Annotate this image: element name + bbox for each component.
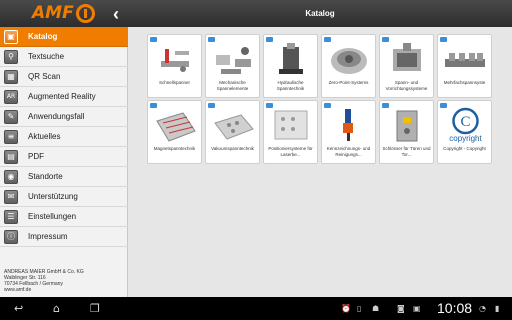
amf-logo: AMF <box>32 3 95 24</box>
tile-label: Vakuumspanntechnik <box>211 146 254 151</box>
sidebar-item-label: Standorte <box>28 172 63 181</box>
tile-label: Mehrfachspannsyste <box>443 80 486 85</box>
settings-icon: ☰ <box>4 210 18 224</box>
sidebar-item-einstellungen[interactable]: ☰ Einstellungen <box>0 207 128 227</box>
sidebar-item-label: Impressum <box>28 232 68 241</box>
logo-power-icon <box>76 4 95 23</box>
laser-positioning-icon <box>269 107 314 143</box>
sidebar-item-qr-scan[interactable]: ▦ QR Scan <box>0 67 128 87</box>
sidebar-item-label: PDF <box>28 152 44 161</box>
pdf-icon: ▤ <box>4 150 18 164</box>
android-icon: ☗ <box>372 304 380 313</box>
copyright-text: copyright <box>449 134 482 143</box>
tile-label: Copyright - Copyright <box>443 146 486 151</box>
tile-label: Positioniersysteme für Laserbe... <box>268 146 313 157</box>
location-icon: ◉ <box>4 170 18 184</box>
camera-icon: ◙ <box>397 304 405 313</box>
system-nav-bar: ↩ ⌂ ❐ ⏰ ▯ ☗ ◙ ▣ 10:08 ◔ ▮ <box>0 297 512 320</box>
copyright-icon: Ccopyright <box>443 107 488 143</box>
battery-icon: ▮ <box>495 304 500 313</box>
alarm-icon: ⏰ <box>341 304 351 313</box>
catalog-tile[interactable]: Vakuumspanntechnik <box>205 100 260 164</box>
ar-icon: AR <box>4 90 18 104</box>
top-bar: AMF ‹ Katalog <box>0 0 512 27</box>
svg-text:C: C <box>460 114 470 130</box>
fixture-system-icon <box>385 41 430 77</box>
search-icon: ⚲ <box>4 50 18 64</box>
tile-label: Hydraulische Spanntechnik <box>276 80 305 91</box>
catalog-tile[interactable]: Mechanische Spannelemente <box>205 34 260 98</box>
sidebar-item-label: Unterstützung <box>28 192 78 201</box>
catalog-tile[interactable]: Schnellspanner <box>147 34 202 98</box>
sidebar-item-unterst-tzung[interactable]: ✉ Unterstützung <box>0 187 128 207</box>
usecase-icon: ✎ <box>4 110 18 124</box>
sidebar-item-katalog[interactable]: ▣ Katalog <box>0 27 128 47</box>
catalog-tile[interactable]: Mehrfachspannsyste <box>437 34 492 98</box>
nav-home-icon[interactable]: ⌂ <box>53 302 60 315</box>
hydraulic-clamp-icon <box>269 41 314 77</box>
tile-label: Schnellspanner <box>158 80 191 85</box>
catalog-tile[interactable]: Positioniersysteme für Laserbe... <box>263 100 318 164</box>
tile-label: Schlösser für Türen und Tor... <box>382 146 431 157</box>
sidebar-item-label: Anwendungsfall <box>28 112 85 121</box>
magnet-plate-icon <box>153 107 198 143</box>
sidebar-item-pdf[interactable]: ▤ PDF <box>0 147 128 167</box>
sidebar-item-anwendungsfall[interactable]: ✎ Anwendungsfall <box>0 107 128 127</box>
address-link[interactable]: www.amf.de <box>4 287 84 293</box>
sidebar: ▣ Katalog ⚲ Textsuche ▦ QR Scan AR Augmented Re… <box>0 27 128 297</box>
sidebar-item-aktuelles[interactable]: ≡ Aktuelles <box>0 127 128 147</box>
zero-point-icon <box>327 41 372 77</box>
catalog-tile[interactable]: Zero-Point-Systems <box>321 34 376 98</box>
sidebar-item-augmented-reality[interactable]: AR Augmented Reality <box>0 87 128 107</box>
vacuum-plate-icon <box>211 107 256 143</box>
support-icon: ✉ <box>4 190 18 204</box>
news-icon: ≡ <box>4 130 18 144</box>
toggle-clamp-icon <box>153 41 198 77</box>
nav-recent-apps-icon[interactable]: ❐ <box>90 302 100 315</box>
storage-icon: ▯ <box>357 304 362 313</box>
multi-clamp-icon <box>443 41 488 77</box>
catalog-tile[interactable]: Kennzeichnungs- und Reinigungs... <box>321 100 376 164</box>
catalog-tile[interactable]: Hydraulische Spanntechnik <box>263 34 318 98</box>
book-icon: ▣ <box>4 30 18 44</box>
sidebar-item-label: Einstellungen <box>28 212 77 221</box>
catalog-grid: Schnellspanner Mechanische Spannelemente H… <box>128 27 512 297</box>
sidebar-item-label: Katalog <box>28 32 58 41</box>
catalog-tile[interactable]: Magnetspanntechnik <box>147 100 202 164</box>
sidebar-item-standorte[interactable]: ◉ Standorte <box>0 167 128 187</box>
catalog-tile[interactable]: Schlösser für Türen und Tor... <box>379 100 434 164</box>
chevron-left-icon[interactable]: ‹ <box>108 4 124 24</box>
page-title: Katalog <box>305 9 335 18</box>
mechanical-clamp-icon <box>211 41 256 77</box>
tile-label: Magnetspanntechnik <box>153 146 196 151</box>
sidebar-item-label: Augmented Reality <box>28 92 96 101</box>
sidebar-item-label: Textsuche <box>28 52 65 61</box>
door-lock-icon <box>385 107 430 143</box>
sidebar-item-label: QR Scan <box>28 72 61 81</box>
marking-tool-icon <box>327 107 372 143</box>
catalog-tile[interactable]: Spann- und Vorrichtungssysteme <box>379 34 434 98</box>
sidebar-item-textsuche[interactable]: ⚲ Textsuche <box>0 47 128 67</box>
sidebar-item-label: Aktuelles <box>28 132 61 141</box>
qr-icon: ▦ <box>4 70 18 84</box>
logo-text: AMF <box>32 3 74 23</box>
sidebar-item-impressum[interactable]: ⓘ Impressum <box>0 227 128 247</box>
wifi-icon: ◔ <box>479 304 486 313</box>
tile-label: Spann- und Vorrichtungssysteme <box>385 80 428 91</box>
tile-label: Zero-Point-Systems <box>328 80 369 85</box>
info-icon: ⓘ <box>4 230 18 244</box>
clock: 10:08 <box>437 300 473 316</box>
nav-back-icon[interactable]: ↩ <box>14 302 23 315</box>
tile-label: Mechanische Spannelemente <box>216 80 249 91</box>
tile-label: Kennzeichnungs- und Reinigungs... <box>326 146 371 157</box>
catalog-tile[interactable]: Ccopyright Copyright - Copyright <box>437 100 492 164</box>
company-address: ANDREAS MAIER GmbH & Co. KG Waiblinger S… <box>4 269 84 293</box>
gallery-icon: ▣ <box>413 304 421 313</box>
